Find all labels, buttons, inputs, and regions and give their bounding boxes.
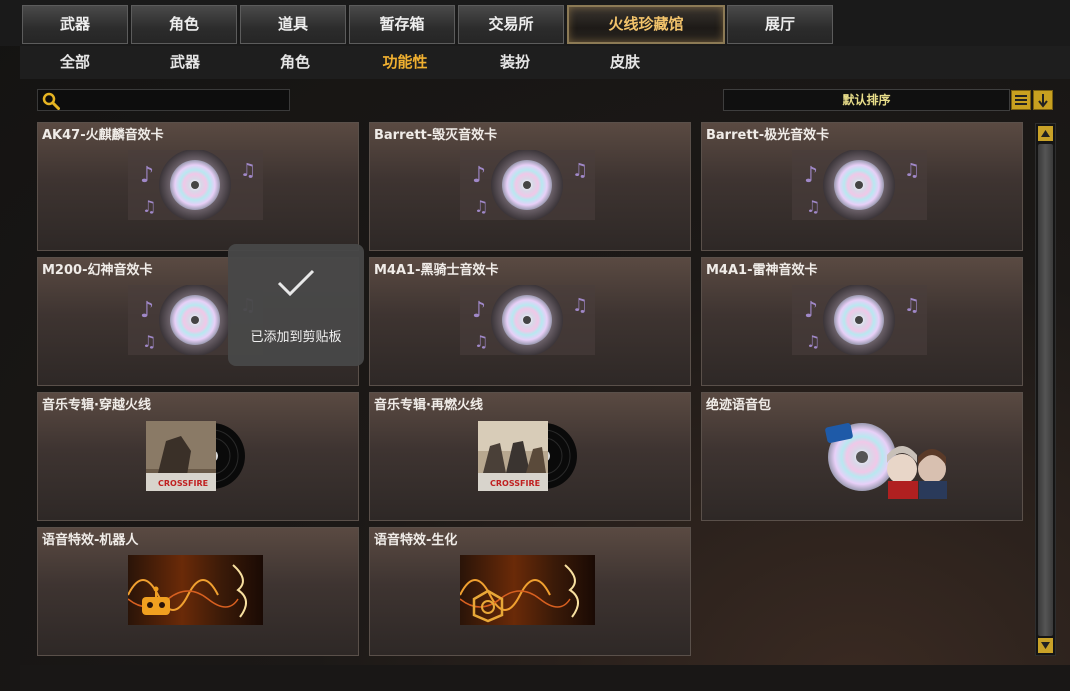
voice-pack-icon	[825, 423, 947, 499]
arrow-down-icon[interactable]	[1033, 90, 1053, 110]
search-icon	[42, 92, 60, 110]
svg-text:♪: ♪	[804, 163, 818, 188]
item-title: Barrett-极光音效卡	[706, 128, 830, 143]
tab-showroom[interactable]: 展厅	[727, 5, 833, 44]
svg-text:CROSSFIRE: CROSSFIRE	[490, 479, 540, 488]
item-title: 音乐专辑·穿越火线	[42, 398, 151, 413]
toast-message: 已添加到剪贴板	[250, 330, 342, 345]
vertical-scrollbar[interactable]	[1035, 123, 1056, 656]
scroll-up-icon[interactable]	[1038, 126, 1053, 141]
tab-items[interactable]: 道具	[240, 5, 346, 44]
item-card[interactable]: 绝迹语音包	[701, 392, 1023, 521]
svg-text:♫: ♫	[806, 332, 820, 351]
album-icon: CROSSFIRE	[146, 421, 245, 491]
sound-card-icon: ♪ ♫ ♫	[792, 285, 927, 355]
item-card[interactable]: 音乐专辑·再燃火线 CROSSFIRE	[369, 392, 691, 521]
item-card[interactable]: 音乐专辑·穿越火线 CROSSFIRE	[37, 392, 359, 521]
tab-weapons[interactable]: 武器	[22, 5, 128, 44]
bottom-strip	[20, 665, 1070, 691]
subtab-characters[interactable]: 角色	[240, 46, 350, 79]
item-card[interactable]: 语音特效-机器人	[37, 527, 359, 656]
svg-text:♪: ♪	[140, 298, 154, 323]
svg-text:♫: ♫	[240, 160, 256, 181]
subtab-functional[interactable]: 功能性	[350, 46, 460, 79]
svg-text:♫: ♫	[142, 197, 156, 216]
item-title: 音乐专辑·再燃火线	[374, 398, 483, 413]
item-card[interactable]: M4A1-黑骑士音效卡 ♪ ♫ ♫	[369, 257, 691, 386]
item-card[interactable]: Barrett-毁灭音效卡 ♪ ♫ ♫	[369, 122, 691, 251]
item-title: AK47-火麒麟音效卡	[42, 128, 164, 143]
top-tab-bar: 武器 角色 道具 暂存箱 交易所 火线珍藏馆 展厅	[0, 0, 1070, 46]
album-icon: CROSSFIRE	[478, 421, 577, 491]
sound-card-icon: ♪ ♫ ♫	[792, 150, 927, 220]
svg-text:♫: ♫	[572, 160, 588, 181]
svg-text:♫: ♫	[142, 332, 156, 351]
svg-text:♪: ♪	[472, 163, 486, 188]
item-title: M4A1-黑骑士音效卡	[374, 263, 499, 278]
scrollbar-thumb[interactable]	[1038, 144, 1053, 636]
subtab-outfits[interactable]: 装扮	[460, 46, 570, 79]
sound-card-icon: ♪ ♫ ♫	[128, 150, 263, 220]
item-title: 语音特效-生化	[374, 533, 458, 548]
item-card[interactable]: Barrett-极光音效卡 ♪ ♫ ♫	[701, 122, 1023, 251]
svg-text:♪: ♪	[140, 163, 154, 188]
item-title: 绝迹语音包	[706, 398, 772, 413]
biohazard-voice-fx-icon	[460, 555, 595, 625]
subtab-skins[interactable]: 皮肤	[570, 46, 680, 79]
tab-characters[interactable]: 角色	[131, 5, 237, 44]
subtab-all[interactable]: 全部	[20, 46, 130, 79]
checkmark-icon	[277, 269, 315, 297]
sort-dropdown[interactable]: 默认排序	[723, 89, 1010, 111]
tab-storage[interactable]: 暂存箱	[349, 5, 455, 44]
sub-tab-bar: 全部 武器 角色 功能性 装扮 皮肤	[20, 46, 1070, 79]
item-card[interactable]: 语音特效-生化	[369, 527, 691, 656]
svg-text:♫: ♫	[904, 295, 920, 316]
item-card[interactable]: M4A1-雷神音效卡 ♪ ♫ ♫	[701, 257, 1023, 386]
svg-text:♫: ♫	[474, 197, 488, 216]
scroll-down-icon[interactable]	[1038, 638, 1053, 653]
item-title: M4A1-雷神音效卡	[706, 263, 818, 278]
item-title: M200-幻神音效卡	[42, 263, 153, 278]
sound-card-icon: ♪ ♫ ♫	[460, 150, 595, 220]
item-card[interactable]: AK47-火麒麟音效卡 ♪ ♫ ♫	[37, 122, 359, 251]
item-title: Barrett-毁灭音效卡	[374, 128, 498, 143]
svg-text:♫: ♫	[904, 160, 920, 181]
svg-text:CROSSFIRE: CROSSFIRE	[158, 479, 208, 488]
tab-exchange[interactable]: 交易所	[458, 5, 564, 44]
svg-text:♪: ♪	[804, 298, 818, 323]
svg-text:♫: ♫	[474, 332, 488, 351]
list-icon[interactable]	[1011, 90, 1031, 110]
robot-voice-fx-icon	[128, 555, 263, 625]
svg-text:♪: ♪	[472, 298, 486, 323]
tab-collection[interactable]: 火线珍藏馆	[567, 5, 725, 44]
sound-card-icon: ♪ ♫ ♫	[460, 285, 595, 355]
clipboard-toast: 已添加到剪贴板	[228, 244, 364, 366]
svg-text:♫: ♫	[572, 295, 588, 316]
subtab-weapons[interactable]: 武器	[130, 46, 240, 79]
item-title: 语音特效-机器人	[42, 533, 139, 548]
search-input[interactable]	[37, 89, 290, 111]
svg-text:♫: ♫	[806, 197, 820, 216]
